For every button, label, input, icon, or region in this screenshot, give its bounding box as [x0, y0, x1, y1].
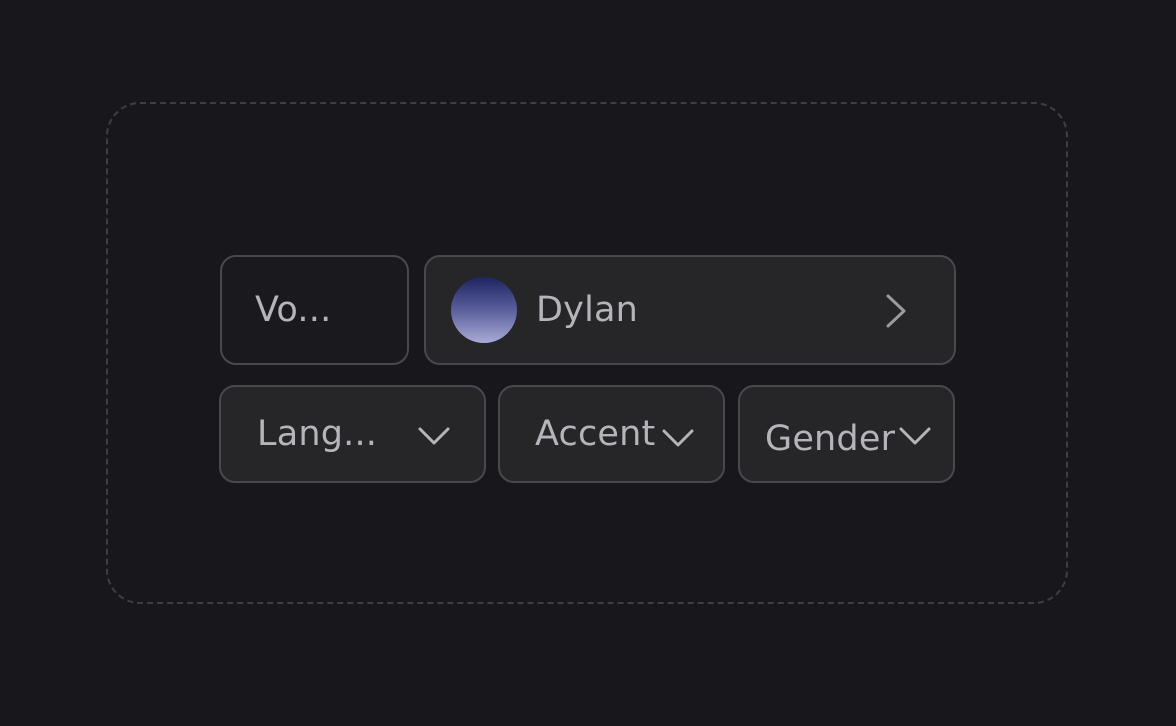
- chevron-right-icon: [884, 293, 908, 329]
- gender-dropdown-label: Gender: [765, 419, 896, 459]
- language-dropdown[interactable]: Lang...: [219, 385, 486, 483]
- voice-label: Vo...: [255, 290, 332, 330]
- language-dropdown-label: Lang...: [257, 414, 378, 454]
- accent-dropdown[interactable]: Accent: [498, 385, 725, 483]
- voice-name: Dylan: [536, 290, 639, 330]
- gender-dropdown[interactable]: Gender: [738, 385, 955, 483]
- voice-avatar: [451, 277, 517, 343]
- canvas: Vo... Dylan Lang... Accent Gender: [0, 0, 1176, 726]
- chevron-down-icon: [661, 427, 695, 449]
- voice-select-button[interactable]: Dylan: [424, 255, 956, 365]
- chevron-down-icon: [898, 425, 932, 447]
- accent-dropdown-label: Accent: [535, 414, 656, 454]
- voice-label-box: Vo...: [220, 255, 409, 365]
- chevron-down-icon: [417, 425, 451, 447]
